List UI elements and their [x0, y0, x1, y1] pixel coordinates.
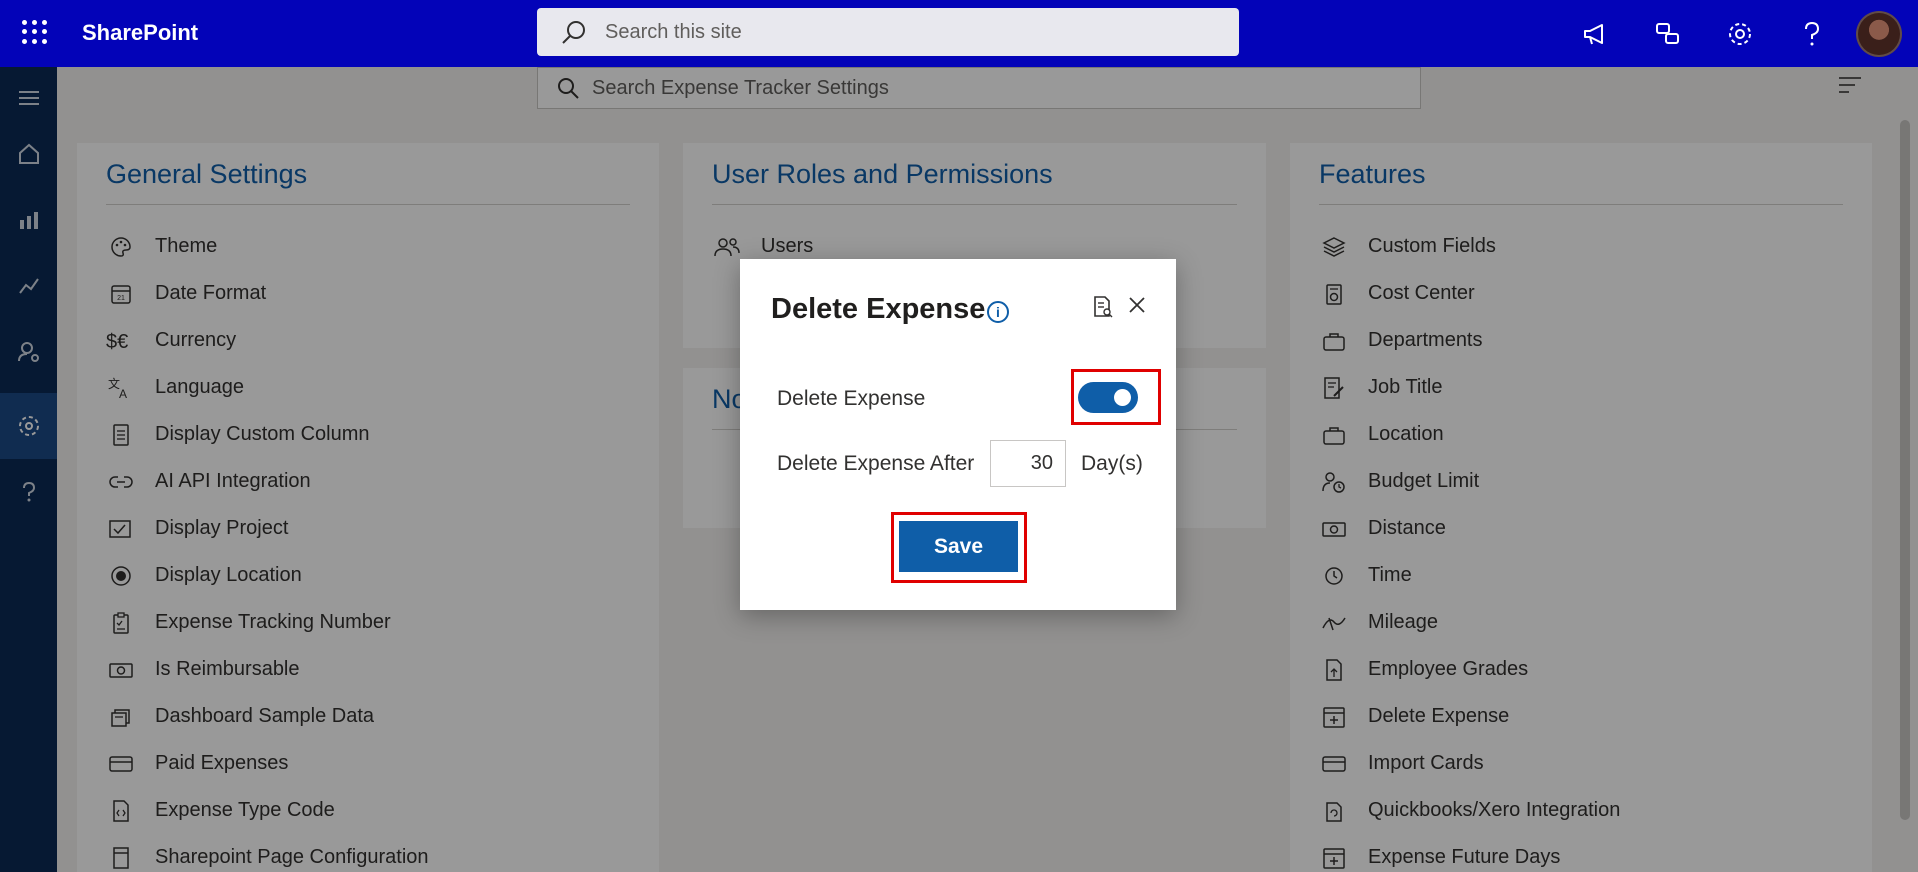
app-launcher-icon[interactable]	[20, 18, 48, 46]
delete-expense-toggle-label: Delete Expense	[777, 387, 926, 410]
feedback-icon[interactable]	[1632, 0, 1704, 67]
suite-actions	[1560, 0, 1918, 67]
megaphone-icon[interactable]	[1560, 0, 1632, 67]
suite-bar: SharePoint Search this site	[0, 0, 1918, 67]
settings-gear-icon[interactable]	[1704, 0, 1776, 67]
info-icon[interactable]: i	[987, 301, 1009, 323]
delete-after-label: Delete Expense After	[777, 452, 975, 475]
delete-expense-toggle[interactable]	[1078, 382, 1138, 413]
days-unit-label: Day(s)	[1081, 452, 1143, 475]
close-icon[interactable]	[1125, 295, 1149, 319]
delete-after-days-input[interactable]: 30	[990, 440, 1066, 487]
search-icon	[562, 21, 585, 44]
save-button[interactable]: Save	[899, 521, 1018, 572]
delete-expense-dialog: Delete Expense i Delete Expense Delete E…	[740, 259, 1176, 610]
help-icon[interactable]	[1776, 0, 1848, 67]
document-search-icon[interactable]	[1092, 295, 1114, 324]
brand-name[interactable]: SharePoint	[82, 20, 198, 46]
toggle-knob	[1114, 389, 1131, 406]
dialog-title: Delete Expense	[771, 293, 986, 325]
info-icon-glyph: i	[996, 304, 1000, 320]
user-avatar[interactable]	[1856, 10, 1902, 57]
site-search-input[interactable]: Search this site	[605, 21, 742, 44]
site-search-box[interactable]: Search this site	[537, 8, 1239, 56]
